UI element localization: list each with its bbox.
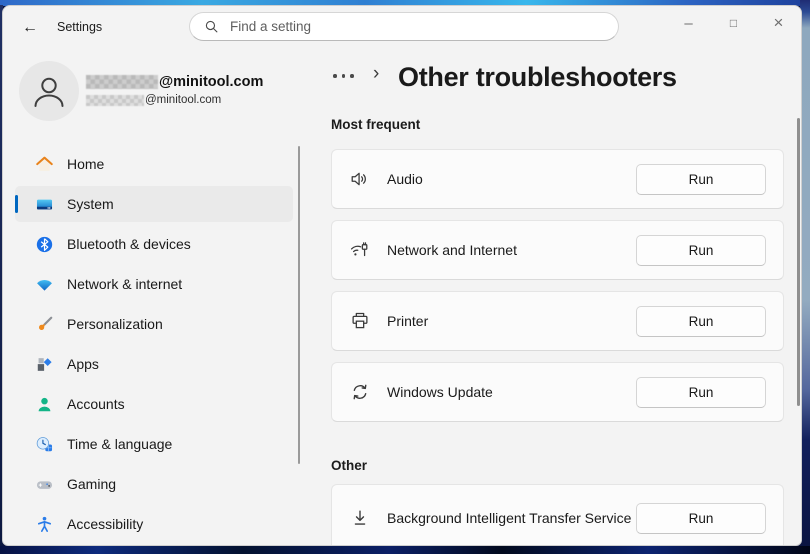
sidebar-item-label: Gaming: [67, 476, 117, 492]
sidebar-item-bluetooth-devices[interactable]: Bluetooth & devices: [15, 226, 293, 262]
account-email-secondary: @minitool.com: [86, 94, 221, 106]
account-email-primary: @minitool.com: [86, 74, 263, 90]
sidebar-nav: Home System Bluetooth & devices Network …: [15, 146, 293, 545]
search-input[interactable]: [230, 19, 606, 34]
section-header-most-frequent: Most frequent: [331, 117, 421, 132]
time-language-icon: [36, 436, 53, 451]
maximize-icon: □: [729, 16, 738, 30]
sidebar-item-network-internet[interactable]: Network & internet: [15, 266, 293, 302]
troubleshooter-card-windows-update: Windows Update Run: [331, 362, 784, 422]
sidebar-item-system[interactable]: System: [15, 186, 293, 222]
sidebar-item-accounts[interactable]: Accounts: [15, 386, 293, 422]
sidebar-item-label: Time & language: [67, 436, 173, 452]
main-scrollbar[interactable]: [797, 118, 800, 406]
sidebar-item-label: Personalization: [67, 316, 163, 332]
minimize-icon: –: [684, 14, 693, 32]
redacted-text-block: [86, 75, 158, 89]
troubleshooter-card-network-internet: Network and Internet Run: [331, 220, 784, 280]
search-box[interactable]: [189, 12, 619, 41]
back-button[interactable]: ←: [15, 14, 45, 41]
troubleshooter-list-other: Background Intelligent Transfer Service …: [331, 484, 784, 545]
sidebar-item-time-language[interactable]: Time & language: [15, 426, 293, 462]
wallpaper-bottom-strip: [0, 546, 810, 554]
troubleshooter-card-audio: Audio Run: [331, 149, 784, 209]
sidebar-item-gaming[interactable]: Gaming: [15, 466, 293, 502]
page-title: Other troubleshooters: [398, 62, 677, 92]
accessibility-icon: [37, 516, 52, 532]
apps-icon: [37, 357, 52, 371]
troubleshooter-label: Printer: [387, 313, 429, 329]
wifi-plug-icon: [350, 242, 368, 257]
settings-window: ← Settings – □ ×: [2, 5, 802, 546]
run-button-printer[interactable]: Run: [636, 305, 766, 337]
breadcrumb-overflow-icon[interactable]: [333, 72, 359, 80]
run-button-bits[interactable]: Run: [636, 502, 766, 534]
sidebar-item-apps[interactable]: Apps: [15, 346, 293, 382]
sidebar-item-home[interactable]: Home: [15, 146, 293, 182]
troubleshooter-label: Windows Update: [387, 384, 493, 400]
run-button-windows-update[interactable]: Run: [636, 376, 766, 408]
chevron-right-icon: ›: [373, 63, 380, 84]
troubleshooter-label: Audio: [387, 171, 423, 187]
app-title: Settings: [57, 20, 103, 34]
system-icon: [36, 199, 53, 209]
minimize-button[interactable]: –: [666, 6, 711, 40]
troubleshooter-label: Background Intelligent Transfer Service: [387, 510, 632, 526]
sidebar-item-label: Accessibility: [67, 516, 144, 532]
troubleshooter-card-printer: Printer Run: [331, 291, 784, 351]
troubleshooter-list-most-frequent: Audio Run Network and Internet Run Print…: [331, 149, 784, 433]
speaker-icon: [351, 172, 366, 186]
sidebar-item-accessibility[interactable]: Accessibility: [15, 506, 293, 542]
back-arrow-icon: ←: [22, 18, 38, 36]
personalization-icon: [39, 316, 53, 330]
sidebar-scrollbar[interactable]: [298, 146, 300, 464]
maximize-button[interactable]: □: [711, 6, 756, 40]
troubleshooter-label: Network and Internet: [387, 242, 517, 258]
accounts-icon: [38, 397, 51, 411]
person-icon: [34, 77, 64, 107]
close-button[interactable]: ×: [756, 6, 801, 40]
run-button-audio[interactable]: Run: [636, 163, 766, 195]
close-icon: ×: [773, 13, 784, 32]
printer-icon: [352, 312, 368, 329]
account-row[interactable]: @minitool.com @minitool.com: [11, 52, 297, 124]
window-controls: – □ ×: [666, 6, 801, 40]
home-icon: [36, 156, 53, 171]
sidebar-item-label: Network & internet: [67, 276, 183, 292]
gaming-icon: [36, 480, 53, 489]
network-icon: [37, 279, 52, 291]
selected-accent-pill: [15, 195, 18, 213]
download-icon: [354, 510, 366, 525]
avatar: [19, 61, 79, 121]
desktop-screen: ← Settings – □ ×: [0, 0, 810, 554]
search-icon: [205, 20, 218, 33]
sidebar-item-label: Accounts: [67, 396, 125, 412]
email-suffix-secondary: @minitool.com: [145, 94, 222, 106]
redacted-text-block: [86, 94, 144, 106]
bluetooth-icon: [36, 236, 53, 252]
section-header-other: Other: [331, 458, 368, 473]
troubleshooter-card-bits: Background Intelligent Transfer Service …: [331, 484, 784, 545]
sidebar-item-personalization[interactable]: Personalization: [15, 306, 293, 342]
run-button-network-internet[interactable]: Run: [636, 234, 766, 266]
sidebar-item-label: Home: [67, 156, 105, 172]
sidebar-item-label: Bluetooth & devices: [67, 236, 191, 252]
email-suffix-primary: @minitool.com: [159, 74, 264, 90]
sidebar-item-label: Apps: [67, 356, 99, 372]
sidebar-item-label: System: [67, 196, 114, 212]
sync-icon: [353, 384, 367, 400]
